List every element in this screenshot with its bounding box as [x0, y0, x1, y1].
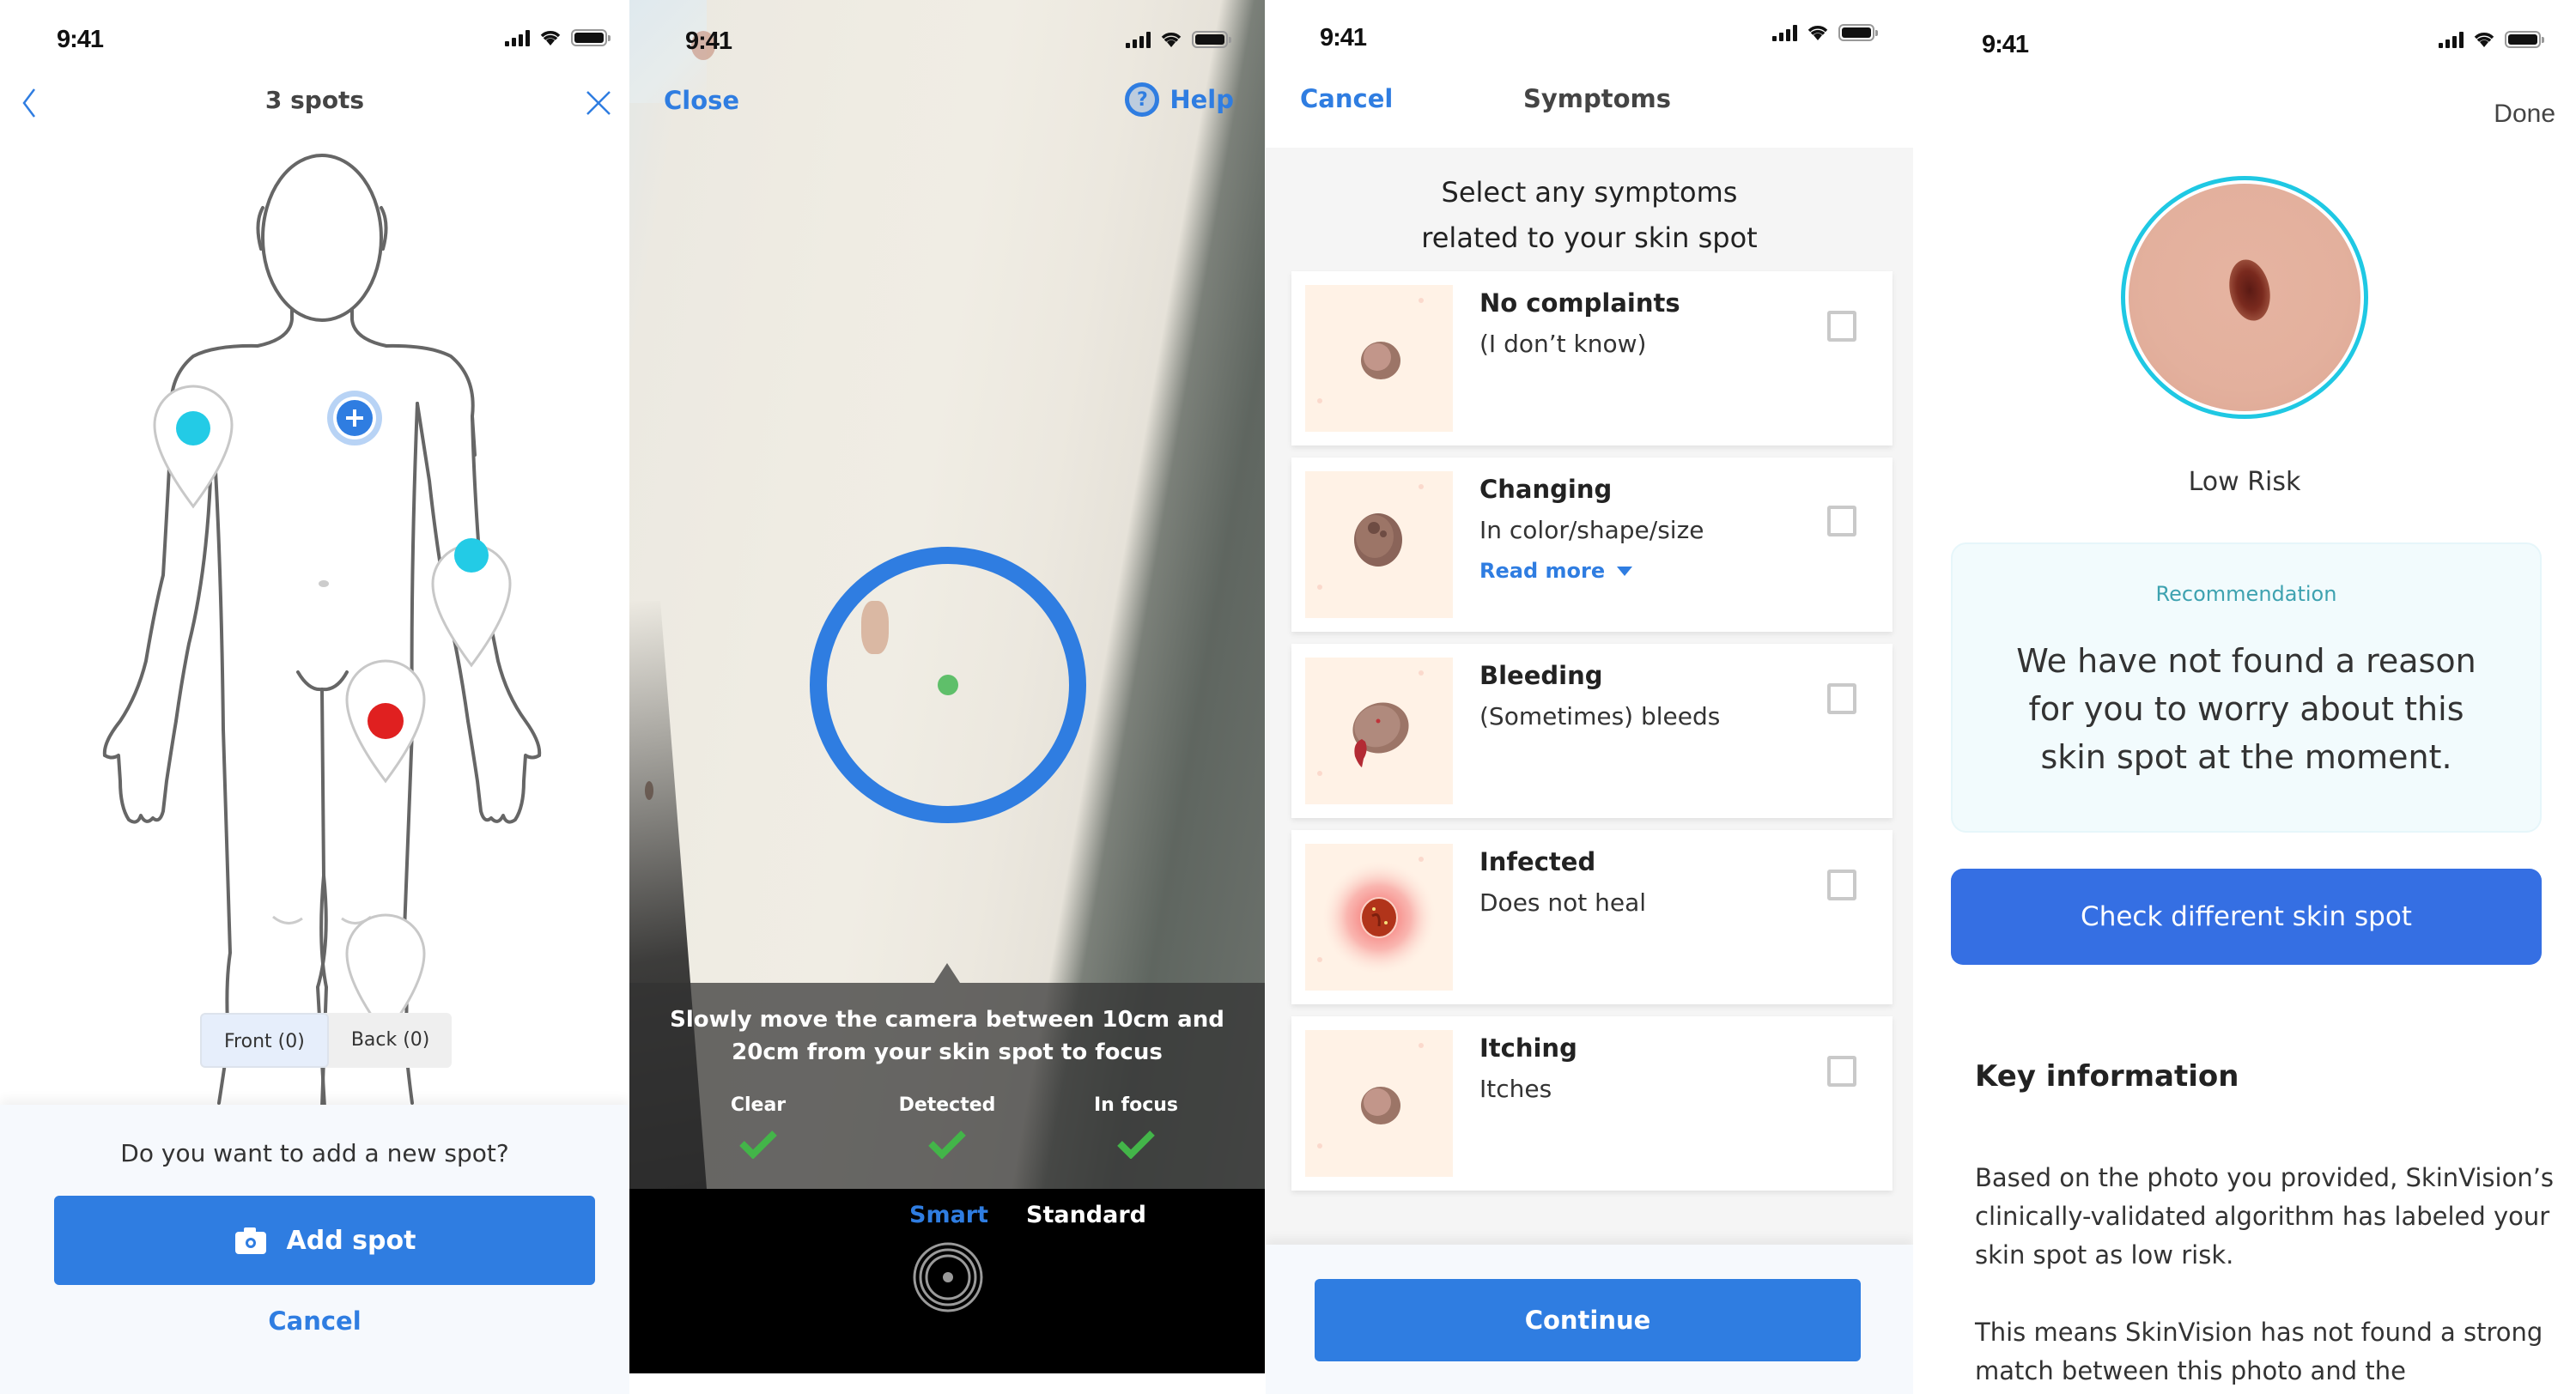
- check-clear: Clear: [672, 1094, 844, 1162]
- key-info-paragraph: This means SkinVision has not found a st…: [1975, 1318, 2543, 1385]
- tab-back[interactable]: Back (0): [329, 1013, 453, 1068]
- wifi-icon: [1161, 33, 1182, 47]
- focus-hint: Slowly move the camera between 10cm and …: [629, 983, 1265, 1189]
- focus-target-dot: [938, 675, 958, 695]
- key-info-heading: Key information: [1975, 1059, 2239, 1094]
- symptom-title: Changing: [1479, 475, 1613, 504]
- camera-icon: [234, 1227, 266, 1254]
- risk-label: Low Risk: [2188, 467, 2301, 497]
- mole-illustration: [1305, 658, 1453, 804]
- check-label: Detected: [898, 1094, 996, 1116]
- tab-front[interactable]: Front (0): [200, 1013, 329, 1068]
- cellular-signal-icon: [1126, 31, 1151, 48]
- cancel-button[interactable]: Cancel: [0, 1306, 629, 1336]
- symptom-subtitle: Itches: [1479, 1075, 1552, 1103]
- checkmark-icon: [1117, 1130, 1155, 1160]
- symptom-subtitle: (Sometimes) bleeds: [1479, 702, 1721, 730]
- view-toggle: Front (0) Back (0): [200, 1013, 453, 1068]
- symptom-checkbox[interactable]: [1827, 1056, 1856, 1087]
- done-button[interactable]: Done: [2494, 100, 2555, 129]
- screen-body-map: 9:41 3 spots Front (0) Back (0) Do you w…: [0, 0, 629, 1394]
- footer: Continue: [1266, 1245, 1913, 1394]
- battery-icon: [1192, 31, 1231, 48]
- checkmark-icon: [739, 1130, 777, 1160]
- check-in-focus: In focus: [1050, 1094, 1222, 1162]
- symptom-title: Infected: [1479, 847, 1596, 876]
- symptom-item[interactable]: Infected Does not heal: [1291, 830, 1893, 1004]
- close-button[interactable]: Close: [664, 86, 739, 115]
- wifi-icon: [2474, 33, 2494, 47]
- cellular-signal-icon: [1772, 24, 1797, 41]
- thigh-pin-layer: [345, 659, 426, 784]
- recommendation-label: Recommendation: [2155, 582, 2337, 606]
- read-more-link[interactable]: Read more: [1479, 559, 1633, 583]
- symptom-subtitle: In color/shape/size: [1479, 516, 1704, 544]
- hint-text: Slowly move the camera between 10cm and …: [670, 1007, 1224, 1065]
- symptom-subtitle: (I don’t know): [1479, 330, 1647, 358]
- check-different-spot-label: Check different skin spot: [2081, 901, 2412, 932]
- hint-pointer: [934, 963, 960, 983]
- screen-result: 9:41 Done Low Risk Recommendation We hav…: [1913, 0, 2576, 1394]
- mole-illustration: [1305, 844, 1453, 991]
- status-icons: [1772, 24, 1878, 41]
- symptom-subtitle: Does not heal: [1479, 888, 1647, 917]
- checkmark-icon: [928, 1130, 966, 1160]
- mole-illustration: [1305, 471, 1453, 618]
- caret-down-icon: [1617, 566, 1633, 576]
- mode-standard[interactable]: Standard: [1026, 1202, 1146, 1228]
- symptom-title: Bleeding: [1479, 661, 1603, 690]
- wifi-icon: [1807, 26, 1828, 40]
- battery-icon: [2505, 31, 2544, 48]
- status-time: 9:41: [1982, 31, 2029, 58]
- check-detected: Detected: [861, 1094, 1033, 1162]
- symptom-title: No complaints: [1479, 288, 1680, 318]
- skin-mark: [645, 781, 653, 800]
- spot-pin-thigh[interactable]: [345, 659, 426, 784]
- symptom-checkbox[interactable]: [1827, 506, 1856, 536]
- check-label: In focus: [1094, 1094, 1178, 1116]
- status-icons: [2439, 31, 2544, 48]
- sheet-question: Do you want to add a new spot?: [120, 1139, 509, 1167]
- symptom-title: Itching: [1479, 1033, 1577, 1063]
- symptom-checkbox[interactable]: [1827, 683, 1856, 714]
- cancel-button[interactable]: Cancel: [1300, 84, 1393, 113]
- help-label: Help: [1170, 85, 1234, 114]
- status-icons: [1126, 31, 1231, 48]
- check-different-spot-button[interactable]: Check different skin spot: [1951, 869, 2542, 965]
- shutter-icon[interactable]: [912, 1241, 984, 1313]
- spot-photo: [2121, 176, 2368, 419]
- check-label: Clear: [730, 1094, 787, 1116]
- add-spot-label: Add spot: [286, 1225, 416, 1256]
- mole-illustration: [1305, 1030, 1453, 1177]
- symptom-item[interactable]: No complaints (I don’t know): [1291, 271, 1893, 445]
- status-time: 9:41: [685, 27, 732, 55]
- recommendation-card: Recommendation We have not found a reaso…: [1951, 542, 2542, 833]
- symptom-item[interactable]: Itching Itches: [1291, 1016, 1893, 1191]
- symptom-item[interactable]: Bleeding (Sometimes) bleeds: [1291, 644, 1893, 818]
- page-title: Symptoms: [1523, 84, 1672, 113]
- screen-camera: 9:41 Close ? Help Slowly move the camera…: [629, 0, 1265, 1373]
- symptom-item[interactable]: Changing In color/shape/size Read more: [1291, 458, 1893, 632]
- status-time: 9:41: [1320, 24, 1367, 52]
- symptom-checkbox[interactable]: [1827, 311, 1856, 342]
- mole-illustration: [1305, 285, 1453, 432]
- recommendation-text: We have not found a reason for you to wo…: [2016, 642, 2476, 776]
- continue-button[interactable]: Continue: [1315, 1279, 1861, 1361]
- symptom-checkbox[interactable]: [1827, 870, 1856, 900]
- mode-smart[interactable]: Smart: [909, 1202, 988, 1228]
- add-spot-sheet: Do you want to add a new spot? Add spot …: [0, 1105, 629, 1394]
- read-more-label: Read more: [1479, 559, 1606, 583]
- nav-bar: 9:41 Cancel Symptoms: [1266, 0, 1913, 148]
- continue-label: Continue: [1524, 1306, 1651, 1335]
- help-button[interactable]: ? Help: [1125, 82, 1234, 117]
- battery-icon: [1838, 24, 1878, 41]
- intro-text: Select any symptoms related to your skin…: [1421, 176, 1758, 254]
- add-spot-button[interactable]: Add spot: [54, 1196, 595, 1285]
- key-info-paragraph: Based on the photo you provided, SkinVis…: [1975, 1163, 2555, 1270]
- screen-symptoms: 9:41 Cancel Symptoms Select any symptoms…: [1266, 0, 1913, 1394]
- cellular-signal-icon: [2439, 31, 2464, 48]
- question-circle-icon: ?: [1125, 82, 1160, 117]
